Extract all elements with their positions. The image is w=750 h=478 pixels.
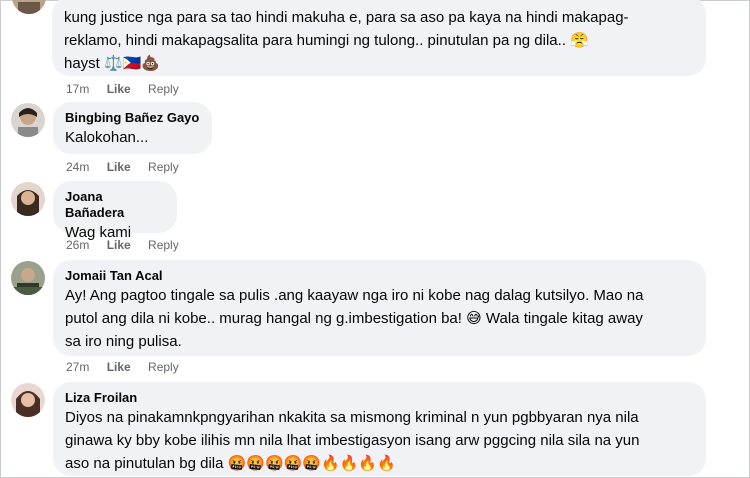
reply-button[interactable]: Reply [148,82,179,96]
comment-text-line: aso na pinutulan bg dila 🤬🤬🤬🤬🤬🔥🔥🔥🔥 [65,455,396,472]
like-button[interactable]: Like [107,238,131,252]
comment-text-line: sa iro ning pulisa. [65,333,182,350]
comment-meta: 24m Like Reply [66,160,193,174]
reply-button[interactable]: Reply [148,238,179,252]
comment-author[interactable]: Liza Froilan [65,390,694,406]
comment-bubble: kung justice nga para sa tao hindi makuh… [52,0,706,76]
comment-author[interactable]: Joana Bañadera [65,189,165,221]
like-button[interactable]: Like [107,82,131,96]
avatar[interactable] [11,103,45,137]
comment-text-line: Ay! Ang pagtoo tingale sa pulis .ang kaa… [65,287,644,304]
comment-text-line: hayst ⚖️🇵🇭💩 [64,55,161,72]
reply-button[interactable]: Reply [148,160,179,174]
comment-meta: 27m Like Reply [66,360,193,374]
timestamp[interactable]: 17m [66,82,89,96]
comment-author[interactable]: Bingbing Bañez Gayo [65,110,200,126]
like-button[interactable]: Like [107,360,131,374]
comment-meta: 26m Like Reply [66,238,193,252]
comment-bubble: Joana Bañadera Wag kami [53,181,177,241]
avatar[interactable] [11,182,45,216]
comment-text-line: ginawa ky bby kobe ilihis mn nila lhat i… [65,432,640,449]
reply-button[interactable]: Reply [148,360,179,374]
timestamp[interactable]: 27m [66,360,89,374]
comment-bubble: Liza Froilan Diyos na pinakamnkpngyariha… [53,382,706,476]
timestamp[interactable]: 26m [66,238,89,252]
avatar[interactable] [11,383,45,417]
comment-text-line: kung justice nga para sa tao hindi makuh… [64,9,629,26]
comment-text-line: Diyos na pinakamnkpngyarihan nkakita sa … [65,409,639,426]
comment-meta: 17m Like Reply [66,82,193,96]
comment-text-line: Kalokohan... [65,129,149,146]
avatar[interactable] [11,261,45,295]
comment-text-line: putol ang dila ni kobe.. murag hangal ng… [65,310,643,327]
like-button[interactable]: Like [107,160,131,174]
comment-bubble: Jomaii Tan Acal Ay! Ang pagtoo tingale s… [53,260,706,356]
timestamp[interactable]: 24m [66,160,89,174]
comment-author[interactable]: Jomaii Tan Acal [65,268,694,284]
comment-text-line: reklamo, hindi makapagsalita para huming… [64,32,589,49]
comment-bubble: Bingbing Bañez Gayo Kalokohan... [53,102,212,154]
